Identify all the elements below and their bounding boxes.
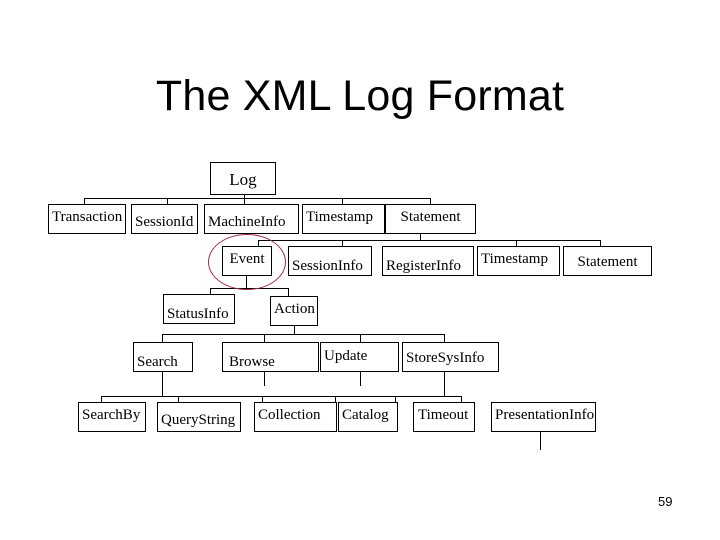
node-label: Statement: [400, 209, 461, 225]
node-storesysinfo: StoreSysInfo: [402, 342, 499, 372]
node-label: Event: [229, 251, 265, 267]
connector: [444, 372, 445, 396]
slide-title: The XML Log Format: [155, 72, 565, 120]
node-action: Action: [270, 296, 318, 326]
node-sessionid: SessionId: [131, 204, 198, 234]
connector: [162, 334, 163, 342]
node-label: Timestamp: [306, 209, 373, 225]
connector: [162, 334, 445, 335]
node-statusinfo: StatusInfo: [163, 294, 235, 324]
connector: [444, 334, 445, 342]
node-event: Event: [222, 246, 272, 276]
node-sessioninfo: SessionInfo: [288, 246, 372, 276]
node-label: Catalog: [342, 407, 389, 423]
connector: [360, 372, 361, 386]
node-searchby: SearchBy: [78, 402, 146, 432]
connector: [360, 334, 361, 342]
node-statement-2: Statement: [563, 246, 652, 276]
node-machineinfo: MachineInfo: [204, 204, 299, 234]
node-label: Transaction: [52, 209, 123, 225]
node-catalog: Catalog: [338, 402, 398, 432]
node-label: Timestamp: [481, 251, 548, 267]
connector: [288, 288, 289, 296]
node-log: Log: [210, 162, 276, 195]
node-label: SearchBy: [82, 407, 141, 423]
node-update: Update: [320, 342, 399, 372]
node-label: PresentationInfo: [495, 407, 595, 423]
node-label: Collection: [258, 407, 321, 423]
node-registerinfo: RegisterInfo: [382, 246, 474, 276]
connector: [294, 326, 295, 334]
connector: [84, 198, 431, 199]
connector: [101, 396, 462, 397]
page-number: 59: [658, 494, 673, 509]
connector: [162, 372, 163, 396]
node-search: Search: [133, 342, 193, 372]
connector: [264, 372, 265, 386]
node-querystring: QueryString: [157, 402, 241, 432]
connector: [540, 432, 541, 450]
node-timestamp: Timestamp: [302, 204, 385, 234]
node-timestamp-2: Timestamp: [477, 246, 560, 276]
connector: [264, 334, 265, 342]
node-transaction: Transaction: [48, 204, 126, 234]
node-timeout: Timeout: [413, 402, 475, 432]
node-label: Timeout: [418, 407, 469, 423]
node-presentationinfo: PresentationInfo: [491, 402, 596, 432]
node-label: Action: [274, 301, 315, 317]
connector: [258, 240, 601, 241]
node-browse: Browse: [222, 342, 319, 372]
node-statement: Statement: [385, 204, 476, 234]
node-collection: Collection: [254, 402, 337, 432]
